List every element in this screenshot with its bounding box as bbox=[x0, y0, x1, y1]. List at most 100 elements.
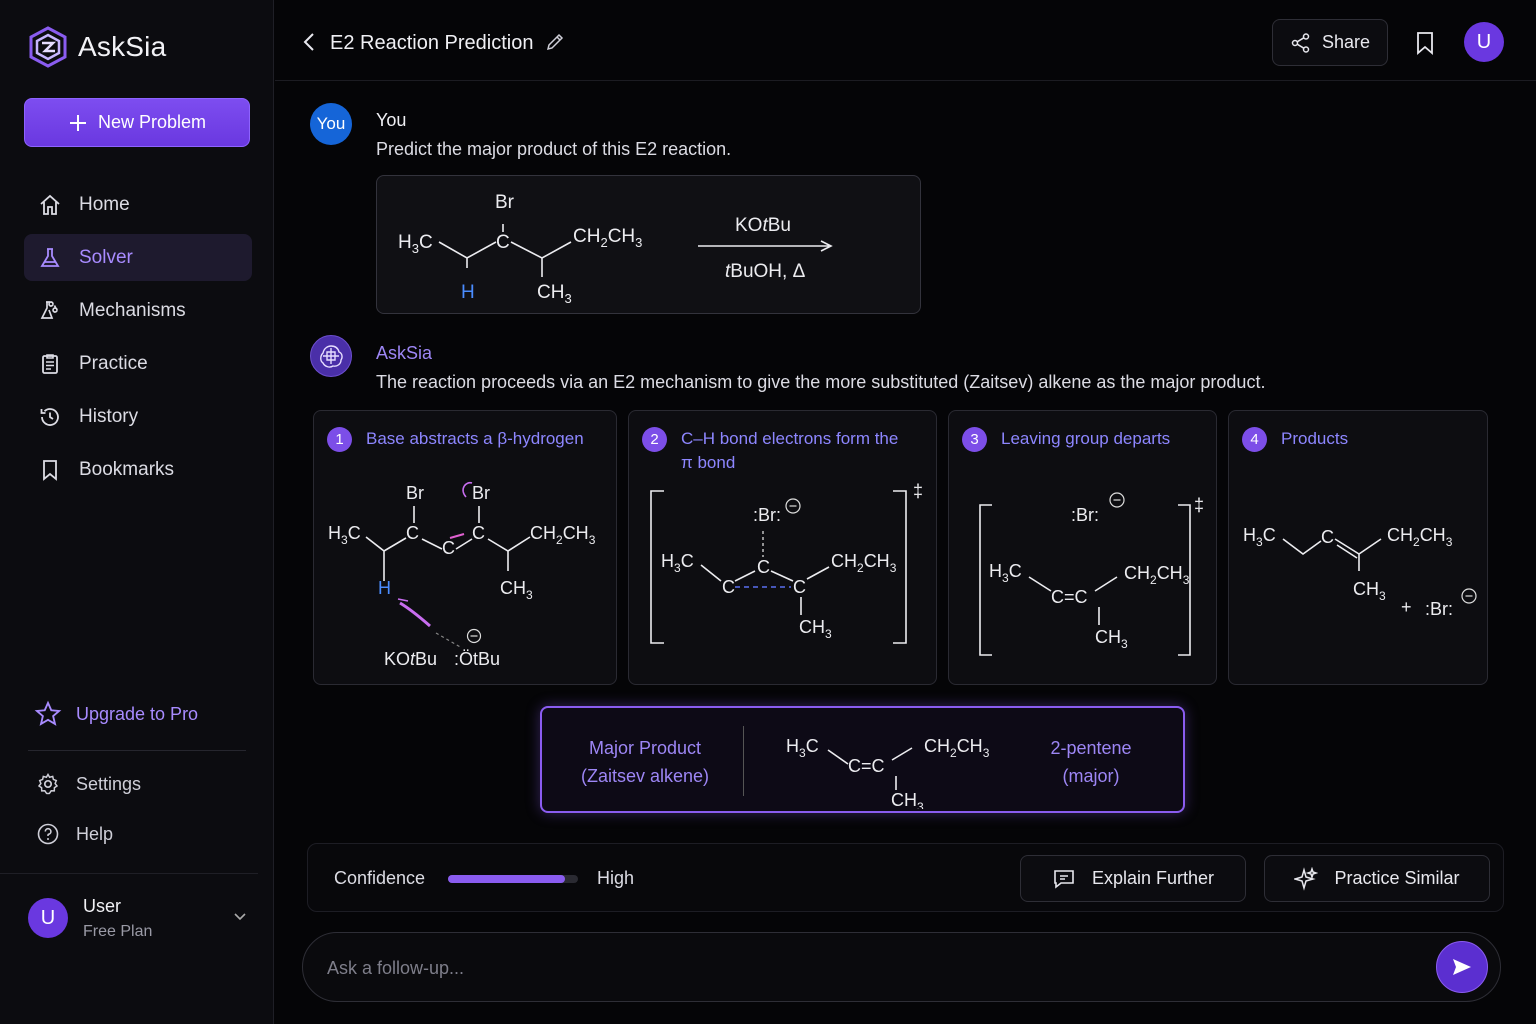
sidebar-item-practice[interactable]: Practice bbox=[24, 340, 252, 387]
explain-further-label: Explain Further bbox=[1091, 868, 1215, 888]
sidebar-item-history[interactable]: History bbox=[24, 393, 252, 440]
sidebar-nav: Home Solver Mechanisms Practice History … bbox=[24, 181, 252, 499]
major-product-label-line2: (Zaitsev alkene) bbox=[580, 766, 710, 786]
follow-up-input[interactable] bbox=[327, 951, 1407, 985]
new-problem-button[interactable]: New Problem bbox=[24, 98, 250, 147]
structure-label: H3C bbox=[661, 551, 694, 575]
major-product-name-line2: (major) bbox=[1062, 766, 1120, 786]
explain-further-button[interactable]: Explain Further bbox=[1020, 855, 1246, 902]
help-label: Help bbox=[76, 823, 114, 844]
settings-link[interactable]: Settings bbox=[36, 772, 141, 796]
user-info: User Free Plan bbox=[83, 896, 152, 941]
user-name: User bbox=[83, 895, 122, 916]
mechanism-step-3: 3 Leaving group departs ‡ :Br: H3C C=C C… bbox=[948, 410, 1217, 685]
conditions-label: tBuOH, Δ bbox=[725, 261, 806, 282]
structure-label: C=C bbox=[1051, 587, 1088, 607]
settings-label: Settings bbox=[76, 773, 142, 794]
top-bar: E2 Reaction Prediction Share U bbox=[275, 0, 1536, 81]
structure-label: CH2CH3 bbox=[530, 523, 596, 547]
user-divider bbox=[0, 873, 258, 874]
structure-label: H3C bbox=[989, 561, 1022, 585]
structure-label: :Br: bbox=[1425, 599, 1453, 619]
sidebar-item-solver[interactable]: Solver bbox=[24, 234, 252, 281]
clipboard-icon bbox=[42, 353, 58, 374]
structure-label: CH2CH3 bbox=[1124, 563, 1190, 587]
sidebar-item-label: Bookmarks bbox=[79, 458, 175, 480]
user-message-text: Predict the major product of this E2 rea… bbox=[376, 139, 732, 159]
structure-label: C=C bbox=[848, 756, 885, 776]
bookmark-icon[interactable] bbox=[1415, 31, 1435, 55]
sidebar: AskSia New Problem Home Solver Mechanism… bbox=[0, 0, 274, 1024]
sidebar-item-mechanisms[interactable]: Mechanisms bbox=[24, 287, 252, 334]
structure-label: CH3 bbox=[1095, 627, 1128, 651]
major-product-label-line1: Major Product bbox=[588, 738, 702, 758]
structure-label: CH2CH3 bbox=[831, 551, 897, 575]
chevron-down-icon bbox=[234, 913, 246, 921]
mechanism-step-4: 4 Products H3C C CH2CH3 CH3 + :Br: bbox=[1228, 410, 1488, 685]
major-product-name-line1: 2-pentene bbox=[1050, 738, 1132, 758]
confidence-value: High bbox=[597, 868, 635, 888]
practice-similar-label: Practice Similar bbox=[1334, 868, 1460, 888]
structure-label: CH2CH3 bbox=[573, 226, 642, 250]
structure-label: CH2CH3 bbox=[924, 736, 990, 760]
reagent-label: KOtBu bbox=[735, 215, 791, 236]
step-1-structure: H3C C Br C C Br CH2CH3 CH3 H KOtBu :ÖtBu bbox=[328, 481, 596, 669]
structure-label: :Br: bbox=[1071, 505, 1099, 525]
send-button[interactable] bbox=[1436, 941, 1488, 993]
step-2-structure: ‡ :Br: H3C C C C CH2CH3 CH3 bbox=[650, 481, 923, 644]
share-button[interactable]: Share bbox=[1272, 19, 1388, 66]
structure-label: C bbox=[1321, 527, 1334, 547]
step-4-structure: H3C C CH2CH3 CH3 + :Br: bbox=[1243, 525, 1477, 619]
divider bbox=[743, 726, 744, 796]
reaction-structure: H3C C Br CH2CH3 H CH3 KOtBu tBuOH, Δ bbox=[398, 192, 833, 306]
structure-label: H bbox=[461, 282, 475, 303]
structure-label: H bbox=[378, 578, 391, 598]
upgrade-to-pro-link[interactable]: Upgrade to Pro bbox=[34, 700, 198, 728]
structure-label: CH3 bbox=[1353, 579, 1386, 603]
home-icon bbox=[40, 194, 60, 215]
molecule-icon bbox=[40, 300, 58, 319]
major-product-label: Major Product (Zaitsev alkene) bbox=[560, 734, 730, 790]
help-icon bbox=[37, 823, 59, 845]
structure-label: :ÖtBu bbox=[454, 649, 500, 669]
structure-label: H3C bbox=[786, 736, 819, 760]
structure-label: Br bbox=[472, 483, 490, 503]
major-product-structure: H3C C=C CH2CH3 CH3 bbox=[786, 736, 990, 809]
sidebar-item-bookmarks[interactable]: Bookmarks bbox=[24, 446, 252, 493]
structure-label: Br bbox=[495, 192, 515, 213]
practice-similar-button[interactable]: Practice Similar bbox=[1264, 855, 1490, 902]
user-sender: You bbox=[376, 110, 407, 130]
hexagon-logo-icon bbox=[29, 26, 67, 68]
structure-label: CH3 bbox=[500, 578, 533, 602]
header-avatar[interactable]: U bbox=[1464, 22, 1504, 62]
gear-icon bbox=[37, 773, 59, 795]
bookmark-icon bbox=[43, 459, 57, 481]
structure-label: C bbox=[406, 523, 419, 543]
major-product-name: 2-pentene (major) bbox=[1024, 734, 1158, 790]
structure-label: C bbox=[757, 557, 770, 577]
confidence-label: Confidence bbox=[334, 868, 426, 888]
history-icon bbox=[40, 407, 59, 426]
structure-label: CH3 bbox=[891, 790, 924, 809]
structure-label: KOtBu bbox=[384, 649, 437, 669]
step-3-structure: ‡ :Br: H3C C=C CH2CH3 CH3 bbox=[979, 492, 1204, 656]
help-link[interactable]: Help bbox=[36, 822, 113, 846]
structure-label: ‡ bbox=[913, 481, 923, 501]
chat-bubble-icon bbox=[1054, 869, 1074, 889]
brand-name: AskSia bbox=[78, 31, 167, 62]
share-label: Share bbox=[1321, 32, 1371, 52]
structure-label: ‡ bbox=[1194, 495, 1204, 515]
structure-label: C bbox=[496, 232, 510, 253]
structure-label: H3C bbox=[328, 523, 361, 547]
brand[interactable]: AskSia bbox=[28, 26, 166, 68]
pencil-icon[interactable] bbox=[545, 32, 565, 52]
structure-label: C bbox=[472, 523, 485, 543]
back-icon[interactable] bbox=[301, 30, 317, 54]
structure-label: C bbox=[793, 577, 806, 597]
structure-label: H3C bbox=[398, 232, 433, 256]
new-problem-label: New Problem bbox=[97, 112, 207, 132]
user-menu[interactable]: U User Free Plan bbox=[28, 892, 254, 944]
mechanism-step-1: 1 Base abstracts a β-hydrogen H3C C Br C… bbox=[313, 410, 617, 685]
sidebar-item-home[interactable]: Home bbox=[24, 181, 252, 228]
structure-label: + bbox=[1401, 597, 1412, 617]
